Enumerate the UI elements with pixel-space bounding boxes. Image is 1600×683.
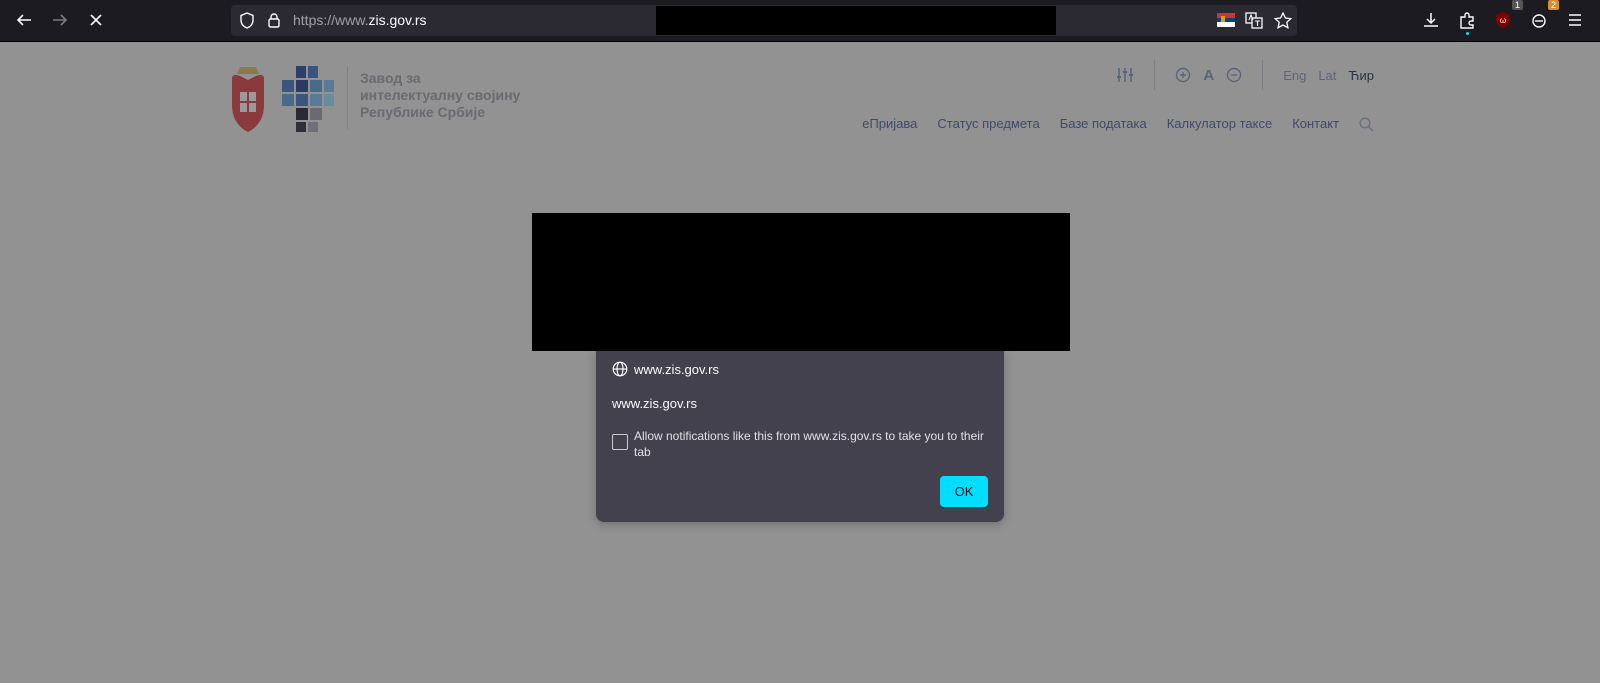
nav-item-contact[interactable]: Контакт <box>1292 116 1339 132</box>
logo-divider <box>347 67 348 129</box>
redacted-content-block <box>532 213 1070 351</box>
logo-line-3: Републике Србије <box>360 104 486 120</box>
utility-divider-2 <box>1262 60 1264 90</box>
dialog-message: www.zis.gov.rs <box>612 396 697 411</box>
shield-icon[interactable] <box>239 12 255 29</box>
back-arrow-icon <box>16 14 31 26</box>
serbian-coat-of-arms-icon[interactable] <box>229 64 267 136</box>
search-icon[interactable] <box>1359 117 1374 132</box>
ublock-badge: 1 <box>1511 0 1523 10</box>
institute-name[interactable]: Завод за интелектуалну својину Републике… <box>360 70 520 121</box>
hamburger-menu-icon <box>1569 14 1581 26</box>
logo-line-1: Завод за <box>360 70 421 86</box>
redacted-url-block <box>656 6 1056 35</box>
notification-dot <box>1466 32 1469 35</box>
utility-bar: A Eng Lat Ћир <box>1116 60 1374 90</box>
nav-item-status[interactable]: Статус предмета <box>937 116 1039 132</box>
font-size-reset[interactable]: A <box>1203 67 1214 84</box>
serbian-flag-icon[interactable] <box>1217 13 1235 27</box>
ublock-extension-button[interactable]: ω 1 <box>1489 0 1523 34</box>
ublock-shield-icon: ω <box>1496 12 1510 28</box>
url-scheme: https://www. <box>293 12 369 28</box>
translate-icon[interactable] <box>1245 12 1263 29</box>
browser-toolbar: https://www.zis.gov.rs ω 1 2 <box>0 0 1600 42</box>
dialog-origin: www.zis.gov.rs <box>612 361 719 377</box>
zoom-in-icon[interactable] <box>1175 67 1191 83</box>
notification-permission-row[interactable]: Allow notifications like this from www.z… <box>612 428 992 460</box>
url-bar[interactable]: https://www.zis.gov.rs <box>231 5 1297 36</box>
svg-text:ω: ω <box>1500 16 1506 25</box>
nav-item-fee-calculator[interactable]: Калкулатор таксе <box>1167 116 1272 132</box>
puzzle-piece-icon <box>1460 12 1474 29</box>
forward-arrow-icon <box>53 14 68 26</box>
utility-divider-1 <box>1154 60 1156 90</box>
allow-notifications-label[interactable]: Allow notifications like this from www.z… <box>634 428 992 460</box>
ok-button[interactable]: OK <box>940 476 988 507</box>
main-nav: еПријава Статус предмета Базе података К… <box>862 116 1374 132</box>
accessibility-settings-icon[interactable] <box>1116 67 1134 83</box>
lang-cyr[interactable]: Ћир <box>1348 68 1374 83</box>
menu-button[interactable] <box>1561 6 1589 34</box>
extension-button-2[interactable]: 2 <box>1525 0 1559 34</box>
stop-button[interactable] <box>82 6 110 34</box>
site-header: Завод за интелектуалну својину Републике… <box>0 42 1600 162</box>
extensions-button[interactable] <box>1453 6 1481 35</box>
zoom-out-icon[interactable] <box>1226 67 1242 83</box>
extension-icon <box>1532 14 1546 28</box>
logo-line-2: интелектуалну својину <box>360 87 521 103</box>
dialog-origin-text: www.zis.gov.rs <box>634 361 719 377</box>
extension-badge: 2 <box>1547 0 1559 10</box>
nav-item-eprijava[interactable]: еПријава <box>862 116 917 132</box>
lang-eng[interactable]: Eng <box>1283 68 1306 83</box>
globe-icon <box>612 361 628 377</box>
bookmark-star-icon[interactable] <box>1274 12 1292 29</box>
downloads-button[interactable] <box>1417 6 1445 34</box>
close-icon <box>90 14 102 26</box>
url-domain: zis.gov.rs <box>368 12 427 28</box>
forward-button[interactable] <box>46 6 74 34</box>
nav-item-databases[interactable]: Базе података <box>1060 116 1147 132</box>
alert-dialog: www.zis.gov.rs www.zis.gov.rs Allow noti… <box>596 351 1004 522</box>
lock-icon[interactable] <box>267 12 281 28</box>
download-icon <box>1424 13 1438 27</box>
url-text[interactable]: https://www.zis.gov.rs <box>293 12 427 28</box>
allow-notifications-checkbox[interactable] <box>612 434 628 450</box>
institute-logo-icon[interactable] <box>280 66 336 132</box>
back-button[interactable] <box>10 6 38 34</box>
lang-lat[interactable]: Lat <box>1318 68 1336 83</box>
